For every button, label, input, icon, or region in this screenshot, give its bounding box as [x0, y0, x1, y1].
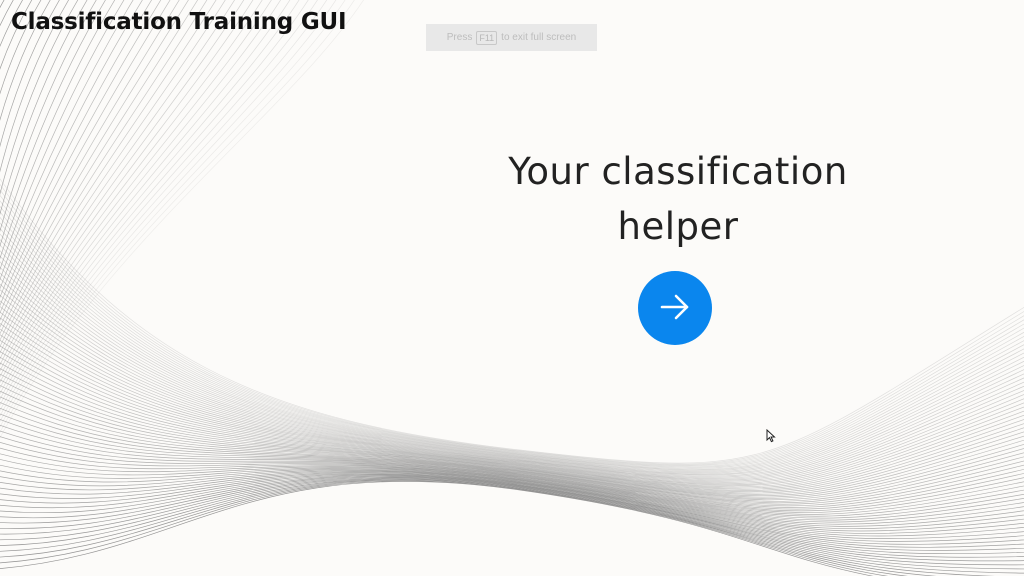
start-button[interactable]	[638, 271, 712, 345]
mouse-pointer-icon	[766, 428, 776, 447]
hero-heading: Your classification helper	[508, 150, 848, 248]
fullscreen-notice: Press F11 to exit full screen	[426, 24, 597, 51]
app-title: Classification Training GUI	[11, 9, 347, 35]
fullscreen-notice-prefix: Press	[446, 32, 473, 43]
fullscreen-notice-suffix: to exit full screen	[501, 32, 577, 43]
arrow-right-icon	[658, 290, 692, 327]
background-wave-lines	[0, 0, 1024, 576]
f11-key-badge: F11	[476, 30, 498, 45]
